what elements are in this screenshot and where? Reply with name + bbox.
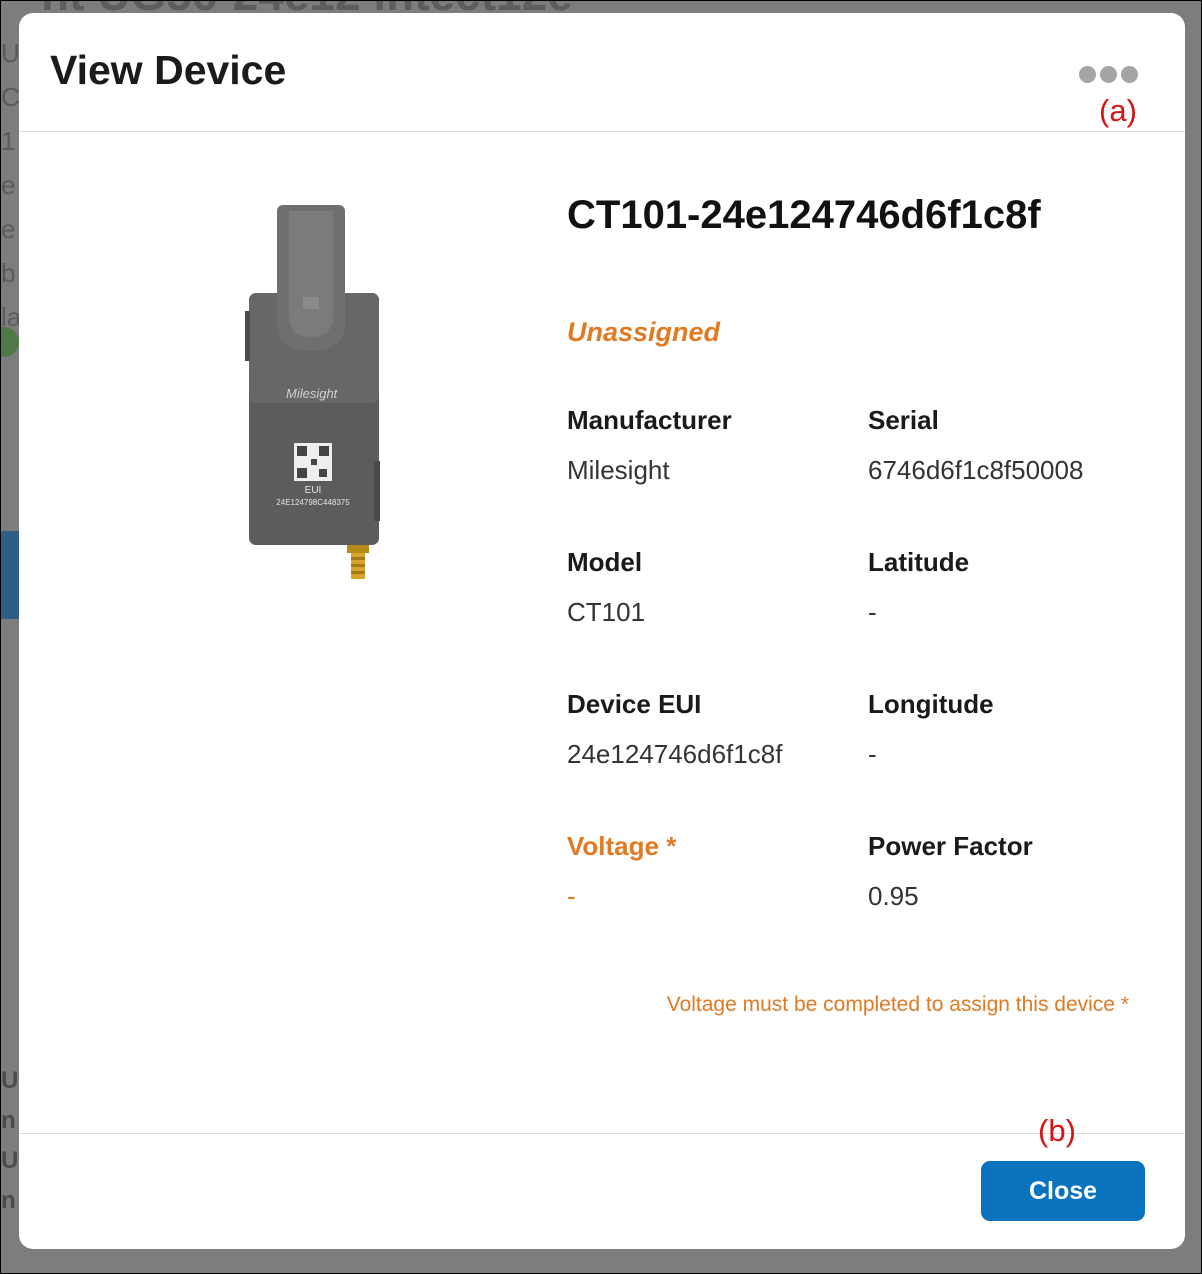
- field-label: Device EUI: [567, 689, 702, 719]
- background-letter: e: [1, 214, 16, 244]
- voltage-required-note: Voltage must be completed to assign this…: [666, 993, 1129, 1016]
- field-latitude: Latitude -: [868, 547, 1158, 628]
- field-label: Latitude: [868, 547, 970, 577]
- field-label: Manufacturer: [567, 405, 732, 435]
- device-brand-label: Milesight: [286, 386, 339, 401]
- annotation-b: (b): [1038, 1113, 1076, 1148]
- field-label: Serial: [868, 405, 939, 435]
- assignment-status: Unassigned: [567, 317, 721, 347]
- field-value: -: [868, 739, 877, 769]
- background-letter: U: [1, 1147, 19, 1174]
- field-longitude: Longitude -: [868, 689, 1158, 770]
- field-power-factor: Power Factor 0.95: [868, 831, 1158, 912]
- screenshot-frame: nt UG56-24e12 intect12e U C 1 e e b la U…: [0, 0, 1202, 1274]
- background-letter: e: [1, 170, 16, 200]
- background-letter: 1: [1, 126, 16, 156]
- more-options-icon[interactable]: [1079, 63, 1149, 87]
- field-label: Model: [567, 547, 643, 577]
- field-label: Voltage *: [567, 831, 677, 861]
- field-serial: Serial 6746d6f1c8f50008: [868, 405, 1158, 486]
- dot: [1121, 66, 1138, 83]
- background-letter: U: [1, 38, 19, 68]
- field-value: -: [567, 881, 576, 911]
- device-eui-caption: EUI: [305, 485, 322, 496]
- background-letter: n: [1, 1107, 16, 1134]
- annotation-a: (a): [1099, 93, 1137, 128]
- field-label: Longitude: [868, 689, 994, 719]
- background-letter: U: [1, 1067, 19, 1094]
- field-label: Power Factor: [868, 831, 1033, 861]
- background-side-text: U C 1 e e b la: [1, 31, 19, 339]
- field-value: Milesight: [567, 455, 670, 485]
- dot: [1100, 66, 1117, 83]
- field-value: 0.95: [868, 881, 919, 911]
- background-nav-button: [1, 531, 19, 619]
- field-value: CT101: [567, 597, 646, 627]
- background-letter: n: [1, 1187, 16, 1214]
- footer-divider: [19, 1133, 1185, 1134]
- background-letter: b: [1, 258, 16, 288]
- background-letter: C: [1, 82, 19, 112]
- dot: [1079, 66, 1096, 83]
- background-list-text: U n U n: [1, 1061, 19, 1221]
- field-value: 24e124746d6f1c8f: [567, 739, 783, 769]
- field-value: -: [868, 597, 877, 627]
- field-voltage[interactable]: Voltage * -: [567, 831, 857, 912]
- dialog-header: View Device: [19, 13, 1185, 132]
- device-name: CT101-24e124746d6f1c8f: [567, 193, 1041, 237]
- device-image: Milesight EUI 24E124798C448375: [245, 205, 380, 579]
- field-manufacturer: Manufacturer Milesight: [567, 405, 857, 486]
- view-device-dialog: View Device (a) Milesight EUI 24E124798C…: [19, 13, 1185, 1249]
- dialog-title: View Device: [50, 47, 287, 93]
- field-device-eui: Device EUI 24e124746d6f1c8f: [567, 689, 857, 770]
- close-button[interactable]: Close: [981, 1161, 1145, 1221]
- field-value: 6746d6f1c8f50008: [868, 455, 1084, 485]
- field-model: Model CT101: [567, 547, 857, 628]
- device-eui-printed-value: 24E124798C448375: [276, 498, 350, 507]
